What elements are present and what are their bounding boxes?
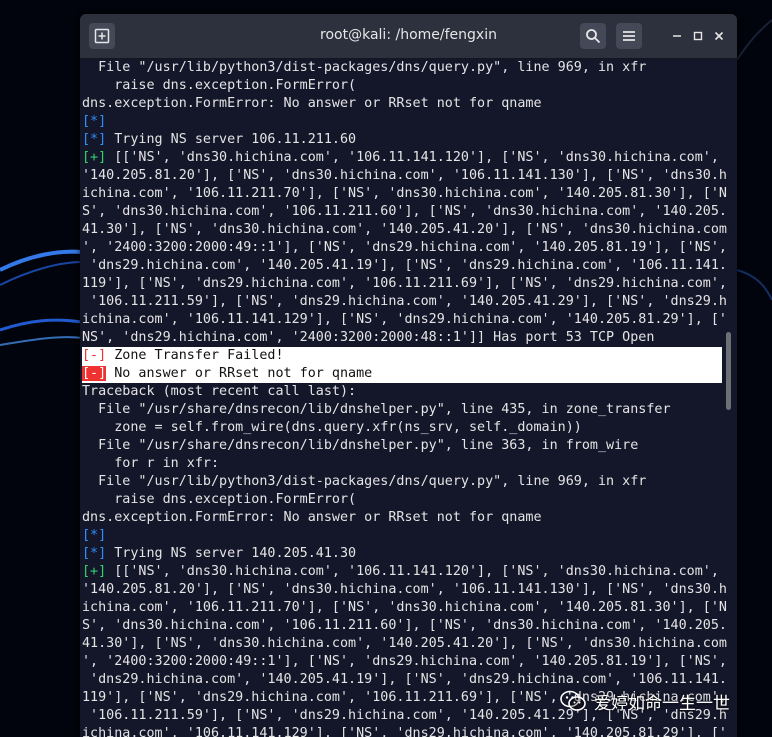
terminal-line: for r in xfr:: [82, 456, 220, 471]
terminal-line: '140.205.81.20'], ['NS', 'dns30.hichina.…: [82, 168, 727, 183]
line-text: Trying NS server 106.11.211.60: [106, 132, 357, 147]
terminal-line: [*] Trying NS server 140.205.41.30: [82, 545, 356, 563]
wechat-icon: [560, 690, 586, 711]
menu-button[interactable]: [616, 23, 642, 49]
terminal-line: File "/usr/share/dnsrecon/lib/dnshelper.…: [82, 438, 639, 453]
maximize-button[interactable]: [689, 27, 707, 45]
title-bar[interactable]: root@kali: /home/fengxin: [80, 14, 737, 59]
terminal-line: File "/usr/lib/python3/dist-packages/dns…: [82, 474, 647, 489]
status-prefix: [*]: [82, 546, 107, 561]
terminal-line: raise dns.exception.FormError(: [82, 78, 357, 93]
watermark: 爱婷如命一生一世: [560, 686, 730, 716]
close-button[interactable]: [710, 27, 728, 45]
terminal-line: [-] No answer or RRset not for qname: [82, 365, 722, 383]
status-prefix: [*]: [82, 528, 107, 543]
terminal-line: ichina.com', '106.11.141.129'], ['NS', '…: [82, 312, 727, 327]
search-button[interactable]: [580, 23, 606, 49]
terminal-line: ichina.com', '106.11.141.129'], ['NS', '…: [82, 726, 727, 737]
terminal-line: [-] Zone Transfer Failed!: [82, 347, 722, 365]
terminal-line: [*] Trying NS server 106.11.211.60: [82, 131, 356, 149]
status-prefix: [-]: [82, 348, 107, 363]
terminal-line: [*]: [82, 113, 106, 131]
terminal-line: File "/usr/share/dnsrecon/lib/dnshelper.…: [82, 402, 671, 417]
terminal-line: raise dns.exception.FormError(: [82, 492, 357, 507]
terminal-line: [+] [['NS', 'dns30.hichina.com', '106.11…: [82, 149, 719, 167]
terminal-line: 'dns29.hichina.com', '140.205.41.19'], […: [82, 258, 727, 273]
terminal-line: Traceback (most recent call last):: [82, 384, 357, 399]
terminal-line: S', 'dns30.hichina.com', '106.11.211.60'…: [82, 618, 727, 633]
terminal-line: '140.205.81.20'], ['NS', 'dns30.hichina.…: [82, 582, 727, 597]
hamburger-menu-icon: [623, 31, 635, 41]
terminal-line: [*]: [82, 527, 106, 545]
terminal-line: 41.30'], ['NS', 'dns30.hichina.com', '14…: [82, 636, 727, 651]
terminal-window: root@kali: /home/fengxin File "/usr/lib/…: [80, 14, 737, 737]
status-prefix: [*]: [82, 132, 107, 147]
line-text: No answer or RRset not for qname: [106, 366, 373, 381]
status-prefix: [+]: [82, 150, 107, 165]
terminal-line: 41.30'], ['NS', 'dns30.hichina.com', '14…: [82, 222, 727, 237]
terminal-line: zone = self.from_wire(dns.query.xfr(ns_s…: [82, 420, 582, 435]
terminal-output[interactable]: File "/usr/lib/python3/dist-packages/dns…: [80, 59, 737, 737]
terminal-line: 119'], ['NS', 'dns29.hichina.com', '106.…: [82, 276, 727, 291]
search-icon: [586, 29, 601, 44]
status-prefix: [*]: [82, 114, 107, 129]
terminal-line: ichina.com', '106.11.211.70'], ['NS', 'd…: [82, 600, 727, 615]
terminal-line: NS', 'dns29.hichina.com', '2400:3200:200…: [82, 330, 655, 345]
terminal-line: '106.11.211.59'], ['NS', 'dns29.hichina.…: [82, 294, 727, 309]
scrollbar-thumb[interactable]: [726, 332, 731, 410]
terminal-line: ', '2400:3200:2000:49::1'], ['NS', 'dns2…: [82, 654, 727, 669]
terminal-line: File "/usr/lib/python3/dist-packages/dns…: [82, 60, 647, 75]
minimize-button[interactable]: [668, 27, 686, 45]
terminal-line: dns.exception.FormError: No answer or RR…: [82, 96, 542, 111]
watermark-text: 爱婷如命一生一世: [594, 693, 730, 714]
line-text: Trying NS server 140.205.41.30: [106, 546, 357, 561]
terminal-line: dns.exception.FormError: No answer or RR…: [82, 510, 542, 525]
line-text: [['NS', 'dns30.hichina.com', '106.11.141…: [106, 150, 719, 165]
close-icon: [714, 31, 724, 41]
terminal-line: ichina.com', '106.11.211.70'], ['NS', 'd…: [82, 186, 727, 201]
terminal-line: [+] [['NS', 'dns30.hichina.com', '106.11…: [82, 563, 719, 581]
terminal-line: S', 'dns30.hichina.com', '106.11.211.60'…: [82, 204, 727, 219]
minimize-icon: [673, 35, 681, 37]
line-text: Zone Transfer Failed!: [106, 348, 284, 363]
terminal-line: ', '2400:3200:2000:49::1'], ['NS', 'dns2…: [82, 240, 727, 255]
maximize-icon: [693, 31, 703, 41]
line-text: [['NS', 'dns30.hichina.com', '106.11.141…: [106, 564, 719, 579]
status-prefix: [-]: [82, 366, 107, 381]
status-prefix: [+]: [82, 564, 107, 579]
